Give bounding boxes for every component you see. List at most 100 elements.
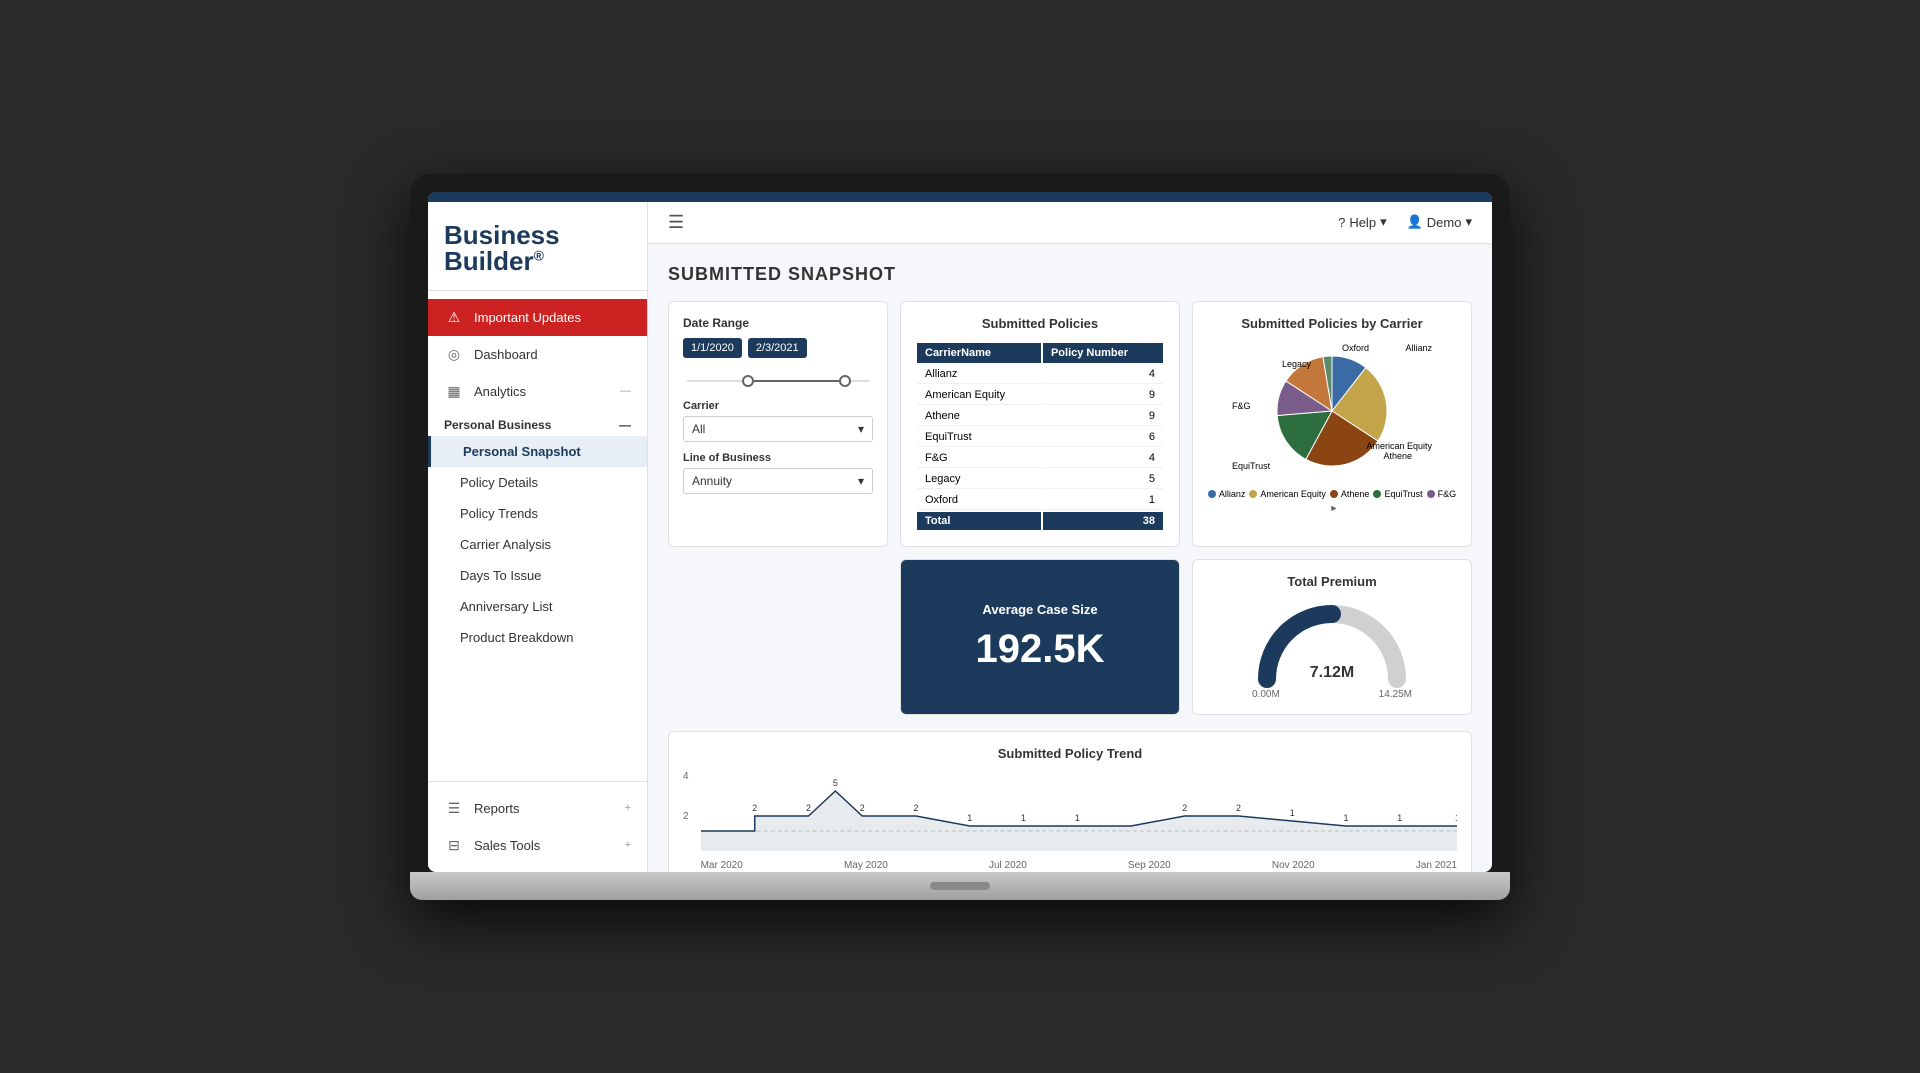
pie-chart-card: Submitted Policies by Carrier Oxfor (1192, 301, 1472, 547)
header-right: ? Help ▾ 👤 Demo ▾ (1338, 214, 1472, 230)
legend-dot-equitrust (1373, 490, 1381, 498)
warning-icon: ⚠ (444, 309, 464, 326)
sidebar-item-policy-trends[interactable]: Policy Trends (428, 498, 647, 529)
avg-case-value: 192.5K (976, 627, 1105, 672)
trend-title: Submitted Policy Trend (683, 746, 1457, 761)
help-button[interactable]: ? Help ▾ (1338, 214, 1387, 230)
trend-y-axis: 4 2 (683, 771, 693, 851)
table-total-row: Total38 (917, 512, 1163, 530)
logo-line2: Builder (444, 246, 534, 276)
legend-dot-fg (1427, 490, 1435, 498)
pie-wrapper: Oxford Legacy Allianz F&G American Equit… (1232, 341, 1432, 481)
personal-business-section: Personal Business — (428, 410, 647, 436)
sidebar-item-label: Dashboard (474, 347, 538, 362)
pie-chart-title: Submitted Policies by Carrier (1207, 316, 1457, 331)
sidebar-item-policy-details[interactable]: Policy Details (428, 467, 647, 498)
gauge-range: 0.00M 14.25M (1252, 689, 1412, 700)
table-row: American Equity9 (917, 386, 1163, 405)
sidebar-item-carrier-analysis[interactable]: Carrier Analysis (428, 529, 647, 560)
user-icon: 👤 (1407, 214, 1423, 230)
carrier-select[interactable]: All ▾ (683, 416, 873, 442)
avg-case-title: Average Case Size (982, 602, 1097, 617)
main-header: ☰ ? Help ▾ 👤 Demo ▾ (648, 202, 1492, 244)
policies-title: Submitted Policies (915, 316, 1165, 331)
svg-text:2: 2 (859, 802, 864, 812)
page-content: SUBMITTED SNAPSHOT Date Range 1/1/2020 2… (648, 244, 1492, 872)
demo-button[interactable]: 👤 Demo ▾ (1407, 214, 1472, 230)
trend-card: Submitted Policy Trend 4 2 (668, 731, 1472, 872)
sidebar-item-important-updates[interactable]: ⚠ Important Updates (428, 299, 647, 336)
date-from[interactable]: 1/1/2020 (683, 338, 742, 358)
sidebar-item-product-breakdown[interactable]: Product Breakdown (428, 622, 647, 653)
gauge-container: 7.12M 0.00M 14.25M (1207, 599, 1457, 700)
trend-body: 4 2 (683, 771, 1457, 871)
sidebar-item-personal-snapshot[interactable]: Personal Snapshot (428, 436, 647, 467)
gauge-svg: 7.12M (1252, 599, 1412, 689)
pie-container: Oxford Legacy Allianz F&G American Equit… (1207, 341, 1457, 513)
svg-text:2: 2 (913, 802, 918, 812)
demo-label: Demo (1427, 215, 1462, 230)
svg-text:5: 5 (832, 777, 837, 787)
sidebar-sales-tools-label: Sales Tools (474, 838, 540, 853)
svg-text:2: 2 (806, 802, 811, 812)
svg-text:1: 1 (967, 812, 972, 822)
lob-value: Annuity (692, 474, 732, 488)
carrier-value: All (692, 422, 705, 436)
hamburger-icon[interactable]: ☰ (668, 212, 684, 233)
legend-athene: Athene (1330, 489, 1370, 499)
policies-table: CarrierName Policy Number Allianz4Americ… (915, 341, 1165, 532)
sidebar-item-anniversary-list[interactable]: Anniversary List (428, 591, 647, 622)
table-row: Legacy5 (917, 470, 1163, 489)
pie-legend: Allianz American Equity At (1207, 489, 1457, 513)
lob-select[interactable]: Annuity ▾ (683, 468, 873, 494)
date-inputs: 1/1/2020 2/3/2021 (683, 338, 873, 358)
logo-area: Business Builder® (428, 202, 647, 291)
svg-text:1: 1 (1021, 812, 1026, 822)
sidebar-item-dashboard[interactable]: ◎ Dashboard (428, 336, 647, 373)
date-range-card: Date Range 1/1/2020 2/3/2021 (668, 301, 888, 547)
table-row: Allianz4 (917, 365, 1163, 384)
label-allianz: Allianz (1405, 343, 1432, 353)
svg-text:2: 2 (752, 802, 757, 812)
svg-text:2: 2 (1182, 802, 1187, 812)
table-row: F&G4 (917, 449, 1163, 468)
legend-more: ► (1330, 503, 1339, 513)
sidebar-item-sales-tools[interactable]: ⊟ Sales Tools + (428, 827, 647, 864)
trend-chart-wrapper: 2 2 5 2 2 1 1 1 2 (701, 771, 1457, 871)
main-content: ☰ ? Help ▾ 👤 Demo ▾ (648, 202, 1492, 872)
logo-business: Business (444, 222, 631, 248)
logo-reg: ® (534, 247, 544, 263)
svg-text:1: 1 (1289, 807, 1294, 817)
sidebar-item-reports[interactable]: ☰ Reports + (428, 790, 647, 827)
reports-icon: ☰ (444, 800, 464, 817)
sidebar-item-analytics[interactable]: ▦ Analytics — (428, 373, 647, 410)
sidebar: Business Builder® ⚠ Important Updates ◎ (428, 202, 648, 872)
svg-text:1: 1 (1343, 812, 1348, 822)
gauge-min: 0.00M (1252, 689, 1280, 700)
dashboard-grid: Date Range 1/1/2020 2/3/2021 (668, 301, 1472, 872)
legend-dot-athene (1330, 490, 1338, 498)
table-row: Athene9 (917, 407, 1163, 426)
sales-tools-expand: + (625, 839, 631, 851)
label-fg: F&G (1232, 401, 1251, 411)
reports-expand: + (625, 802, 631, 814)
legend-dot-allianz (1208, 490, 1216, 498)
svg-text:1: 1 (1397, 812, 1402, 822)
help-circle-icon: ? (1338, 215, 1345, 230)
date-range-label: Date Range (683, 316, 873, 330)
legend-dot-american-equity (1249, 490, 1257, 498)
total-premium-card: Total Premium 7.12M (1192, 559, 1472, 715)
lob-chevron-icon: ▾ (858, 474, 864, 488)
date-to[interactable]: 2/3/2021 (748, 338, 807, 358)
svg-text:2: 2 (1236, 802, 1241, 812)
sales-tools-icon: ⊟ (444, 837, 464, 854)
sidebar-nav: ⚠ Important Updates ◎ Dashboard ▦ Analyt… (428, 291, 647, 781)
sidebar-item-days-to-issue[interactable]: Days To Issue (428, 560, 647, 591)
sidebar-reports-label: Reports (474, 801, 520, 816)
submitted-policies-card: Submitted Policies CarrierName Policy Nu… (900, 301, 1180, 547)
top-bar (428, 192, 1492, 202)
table-row: Oxford1 (917, 491, 1163, 510)
help-label: Help (1349, 215, 1376, 230)
date-slider[interactable] (683, 368, 873, 400)
trend-svg: 2 2 5 2 2 1 1 1 2 (701, 771, 1457, 851)
